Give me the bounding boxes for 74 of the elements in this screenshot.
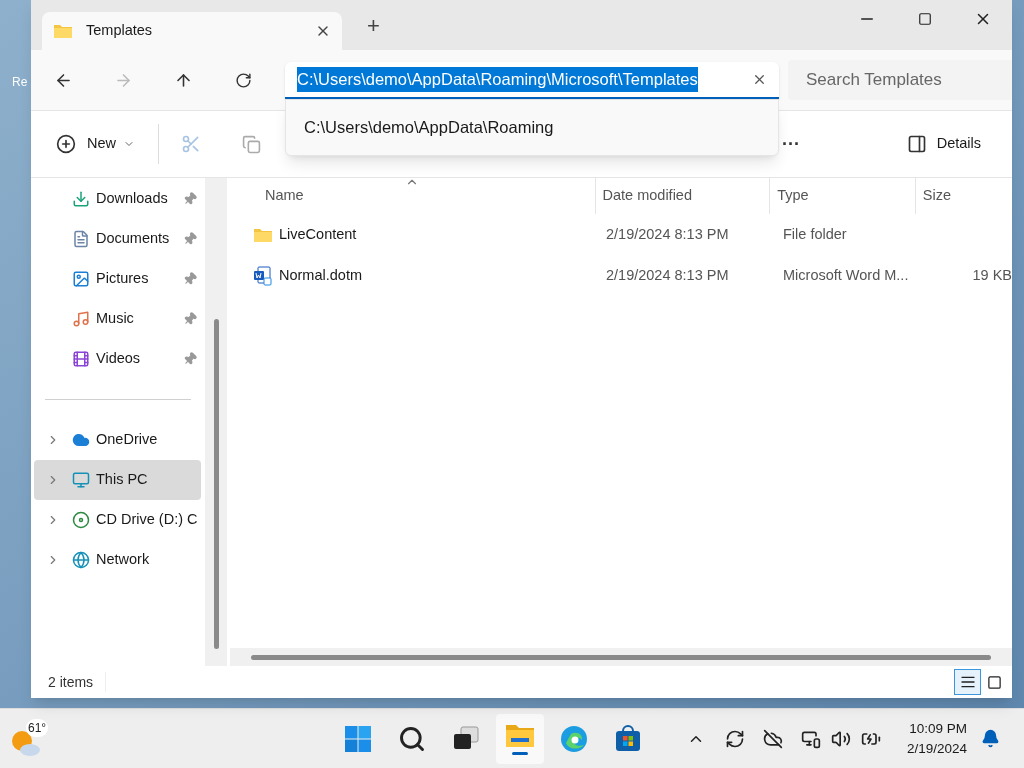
sidebar-item[interactable]: Downloads [34,179,201,219]
type-cell-text: File folder [782,224,848,244]
download-icon [72,190,90,208]
sidebar-label: Documents [96,229,170,249]
bell-icon[interactable] [981,729,1000,748]
document-icon [72,230,90,248]
cloud-icon [72,431,90,449]
search-icon [398,724,426,753]
scrollbar[interactable] [213,319,219,649]
file-row[interactable]: LiveContent 2/19/2024 8:13 PM File folder [230,214,1012,255]
sidebar-label: CD Drive (D:) C [96,510,198,530]
list-icon [959,674,976,690]
music-note-icon [72,310,90,328]
speaker-icon[interactable] [830,728,851,749]
file-name: LiveContent [279,224,357,244]
sidebar-label: Network [96,550,150,570]
sidebar-item[interactable]: Documents [34,219,201,259]
address-text: C:\Users\demo\AppData\Roaming\Microsoft\Templates [297,67,698,92]
sidebar-item[interactable]: CD Drive (D:) C [34,500,201,540]
column-header[interactable]: Date modified [594,178,770,214]
file-row[interactable]: Normal.dotm 2/19/2024 8:13 PM Microsoft Word M... 19 KB [230,255,1012,296]
sidebar-label: OneDrive [96,430,158,450]
task-view-icon [452,725,480,752]
folder-icon [253,226,273,243]
sidebar-item[interactable]: Videos [34,339,201,379]
sidebar-item[interactable]: Music [34,299,201,339]
new-tab-button[interactable]: + [367,9,380,42]
sidebar-label: Videos [96,349,141,369]
cloud-off-icon[interactable] [762,728,783,749]
store-bag-icon [614,724,642,753]
monitor-icon [72,471,90,489]
horizontal-scrollbar[interactable] [251,654,991,660]
file-name: Normal.dotm [279,265,362,285]
column-header[interactable]: Size [914,178,1012,214]
sync-icon[interactable] [724,728,745,749]
details-view-button[interactable] [954,669,981,695]
refresh-icon[interactable] [235,71,252,89]
column-header[interactable]: Type [769,178,915,214]
film-icon [72,350,90,368]
word-document-icon [253,265,273,286]
square-icon [987,674,1002,690]
clear-icon[interactable] [752,72,767,87]
plus-icon [56,134,76,154]
maximize-icon[interactable] [918,12,932,26]
date-cell-text: 2/19/2024 8:13 PM [604,265,730,285]
clock[interactable]: 10:09 PM 2/19/2024 [906,718,967,759]
sidebar-label: Music [96,309,134,329]
globe-icon [72,551,90,569]
item-count: 2 items [48,672,94,692]
details-button[interactable]: Details [906,133,981,155]
address-field[interactable]: C:\Users\demo\AppData\Roaming\Microsoft\Templates [285,62,779,99]
sidebar-item[interactable]: Pictures [34,259,201,299]
windows-logo-icon [344,724,372,753]
sidebar-label: Pictures [96,269,149,289]
sidebar-item[interactable]: This PC [34,460,201,500]
details-pane-icon [906,134,927,154]
type-cell-text: Microsoft Word M... [782,265,910,285]
sidebar-item[interactable]: OneDrive [34,420,201,460]
folder-icon [53,23,73,39]
edge-logo-icon [560,724,588,753]
picture-icon [72,270,90,288]
disc-icon [72,511,90,529]
new-button[interactable]: New [56,133,135,155]
temperature: 61° [26,719,49,737]
tab[interactable]: Templates [42,12,342,50]
date-cell-text: 2/19/2024 8:13 PM [604,224,730,244]
size-cell-text: 19 KB [972,265,1012,285]
sidebar-label: This PC [96,470,148,490]
sidebar-item[interactable]: Network [34,540,201,580]
search-field[interactable]: Search Templates [788,60,1012,100]
more-button[interactable]: ··· [782,130,800,158]
sidebar-label: Downloads [96,189,168,209]
column-header[interactable]: Name [265,178,595,214]
folder-icon [505,722,535,748]
